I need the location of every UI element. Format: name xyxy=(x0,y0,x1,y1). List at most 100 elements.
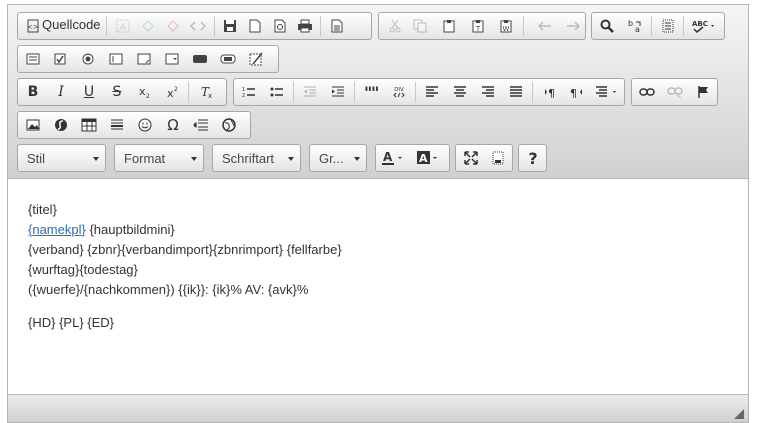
svg-text:T: T xyxy=(475,25,481,33)
svg-text:DIV: DIV xyxy=(394,87,404,93)
font-size-combo-label: Gr... xyxy=(319,151,344,166)
strikethrough-button[interactable]: S xyxy=(105,81,129,103)
svg-text:¶: ¶ xyxy=(570,87,577,98)
indent-icon[interactable] xyxy=(326,81,350,103)
numbered-list-icon[interactable]: 12 xyxy=(237,81,261,103)
blockquote-icon[interactable]: "" xyxy=(359,81,383,103)
text-color-icon[interactable]: A xyxy=(379,147,411,169)
image-icon[interactable] xyxy=(21,114,45,136)
svg-text:2: 2 xyxy=(242,93,245,98)
text-field-icon[interactable] xyxy=(104,48,128,70)
align-justify-icon[interactable] xyxy=(504,81,528,103)
replace-icon[interactable]: ba xyxy=(623,15,647,37)
svg-text:¶: ¶ xyxy=(548,87,555,98)
print-icon[interactable] xyxy=(293,15,317,37)
svg-text:W: W xyxy=(503,25,510,33)
content-line: {titel} xyxy=(28,202,57,217)
preview-icon[interactable] xyxy=(268,15,292,37)
svg-text:a: a xyxy=(635,25,640,33)
separator xyxy=(651,16,652,36)
show-blocks-icon[interactable]: A xyxy=(111,15,135,37)
resize-handle-icon[interactable] xyxy=(734,409,744,419)
help-button[interactable]: ? xyxy=(521,147,545,169)
unlink-icon[interactable] xyxy=(663,81,687,103)
svg-text:A: A xyxy=(383,150,393,164)
remove-placeholder-icon[interactable] xyxy=(161,15,185,37)
code-snippet-icon[interactable] xyxy=(186,15,210,37)
language-icon[interactable] xyxy=(593,81,623,103)
chevron-down-icon xyxy=(354,157,360,161)
create-div-icon[interactable]: DIV xyxy=(387,81,411,103)
iframe-globe-icon[interactable] xyxy=(217,114,241,136)
select-field-icon[interactable] xyxy=(160,48,184,70)
text-direction-rtl-icon[interactable]: ¶ xyxy=(565,81,589,103)
italic-button[interactable]: I xyxy=(49,81,73,103)
content-line: {wurftag}{todestag} xyxy=(28,262,138,277)
find-icon[interactable] xyxy=(595,15,619,37)
superscript-icon[interactable]: x2 xyxy=(161,81,185,103)
separator xyxy=(523,16,524,36)
checkbox-icon[interactable] xyxy=(48,48,72,70)
horizontal-rule-icon[interactable] xyxy=(105,114,129,136)
format-combo[interactable]: Format xyxy=(114,144,204,172)
subscript-icon[interactable]: x2 xyxy=(133,81,157,103)
create-placeholder-icon[interactable] xyxy=(136,15,160,37)
undo-icon[interactable] xyxy=(533,15,557,37)
select-all-icon[interactable] xyxy=(656,15,680,37)
chevron-down-icon xyxy=(288,157,294,161)
align-center-icon[interactable] xyxy=(448,81,472,103)
form-icon[interactable] xyxy=(21,48,45,70)
font-combo-label: Schriftart xyxy=(222,151,275,166)
radio-icon[interactable] xyxy=(76,48,100,70)
paste-text-icon[interactable]: T xyxy=(466,15,490,37)
separator xyxy=(532,82,533,102)
text-direction-ltr-icon[interactable]: ¶ xyxy=(537,81,561,103)
page-break-icon[interactable] xyxy=(189,114,213,136)
editor-toolbar: <> Quellcode A T W b a ABC B I U S x 2 x… xyxy=(8,5,748,179)
maximize-icon[interactable] xyxy=(459,147,483,169)
style-combo[interactable]: Stil xyxy=(17,144,106,172)
outdent-icon[interactable] xyxy=(298,81,322,103)
paste-icon[interactable] xyxy=(437,15,461,37)
show-blocks-tool-icon[interactable] xyxy=(486,147,510,169)
background-color-icon[interactable]: A xyxy=(414,147,446,169)
style-combo-label: Stil xyxy=(27,151,46,166)
source-button-label[interactable]: Quellcode xyxy=(42,17,101,32)
bold-button[interactable]: B xyxy=(21,81,45,103)
table-icon[interactable] xyxy=(77,114,101,136)
align-left-icon[interactable] xyxy=(420,81,444,103)
flash-icon[interactable] xyxy=(49,114,73,136)
font-size-combo[interactable]: Gr... xyxy=(309,144,367,172)
special-char-icon[interactable]: Ω xyxy=(161,114,185,136)
new-page-icon[interactable] xyxy=(243,15,267,37)
svg-text:x: x xyxy=(208,92,212,99)
font-combo[interactable]: Schriftart xyxy=(212,144,301,172)
image-button-icon[interactable] xyxy=(216,48,240,70)
content-line: {HD} {PL} {ED} xyxy=(28,315,115,330)
separator xyxy=(106,16,107,36)
separator xyxy=(214,16,215,36)
smiley-icon[interactable] xyxy=(133,114,157,136)
editor-content-area[interactable]: {titel} {namekpl} {hauptbildmini} {verba… xyxy=(8,180,748,394)
svg-text:ABC: ABC xyxy=(692,20,708,28)
anchor-icon[interactable] xyxy=(691,81,715,103)
align-right-icon[interactable] xyxy=(476,81,500,103)
save-icon[interactable] xyxy=(218,15,242,37)
templates-icon[interactable] xyxy=(325,15,349,37)
cut-icon[interactable] xyxy=(383,15,407,37)
button-field-icon[interactable] xyxy=(188,48,212,70)
textarea-icon[interactable] xyxy=(132,48,156,70)
namekpl-link[interactable]: {namekpl} xyxy=(28,222,86,237)
remove-format-icon[interactable]: Tx xyxy=(195,81,219,103)
svg-text:A: A xyxy=(120,23,127,33)
paste-word-icon[interactable]: W xyxy=(494,15,518,37)
redo-icon[interactable] xyxy=(561,15,585,37)
insert-group: Ω xyxy=(17,111,251,139)
bulleted-list-icon[interactable] xyxy=(265,81,289,103)
link-icon[interactable] xyxy=(635,81,659,103)
underline-button[interactable]: U xyxy=(77,81,101,103)
about-group: ? xyxy=(518,144,547,172)
copy-icon[interactable] xyxy=(408,15,432,37)
spellcheck-icon[interactable]: ABC xyxy=(688,15,720,37)
hidden-field-icon[interactable] xyxy=(244,48,268,70)
